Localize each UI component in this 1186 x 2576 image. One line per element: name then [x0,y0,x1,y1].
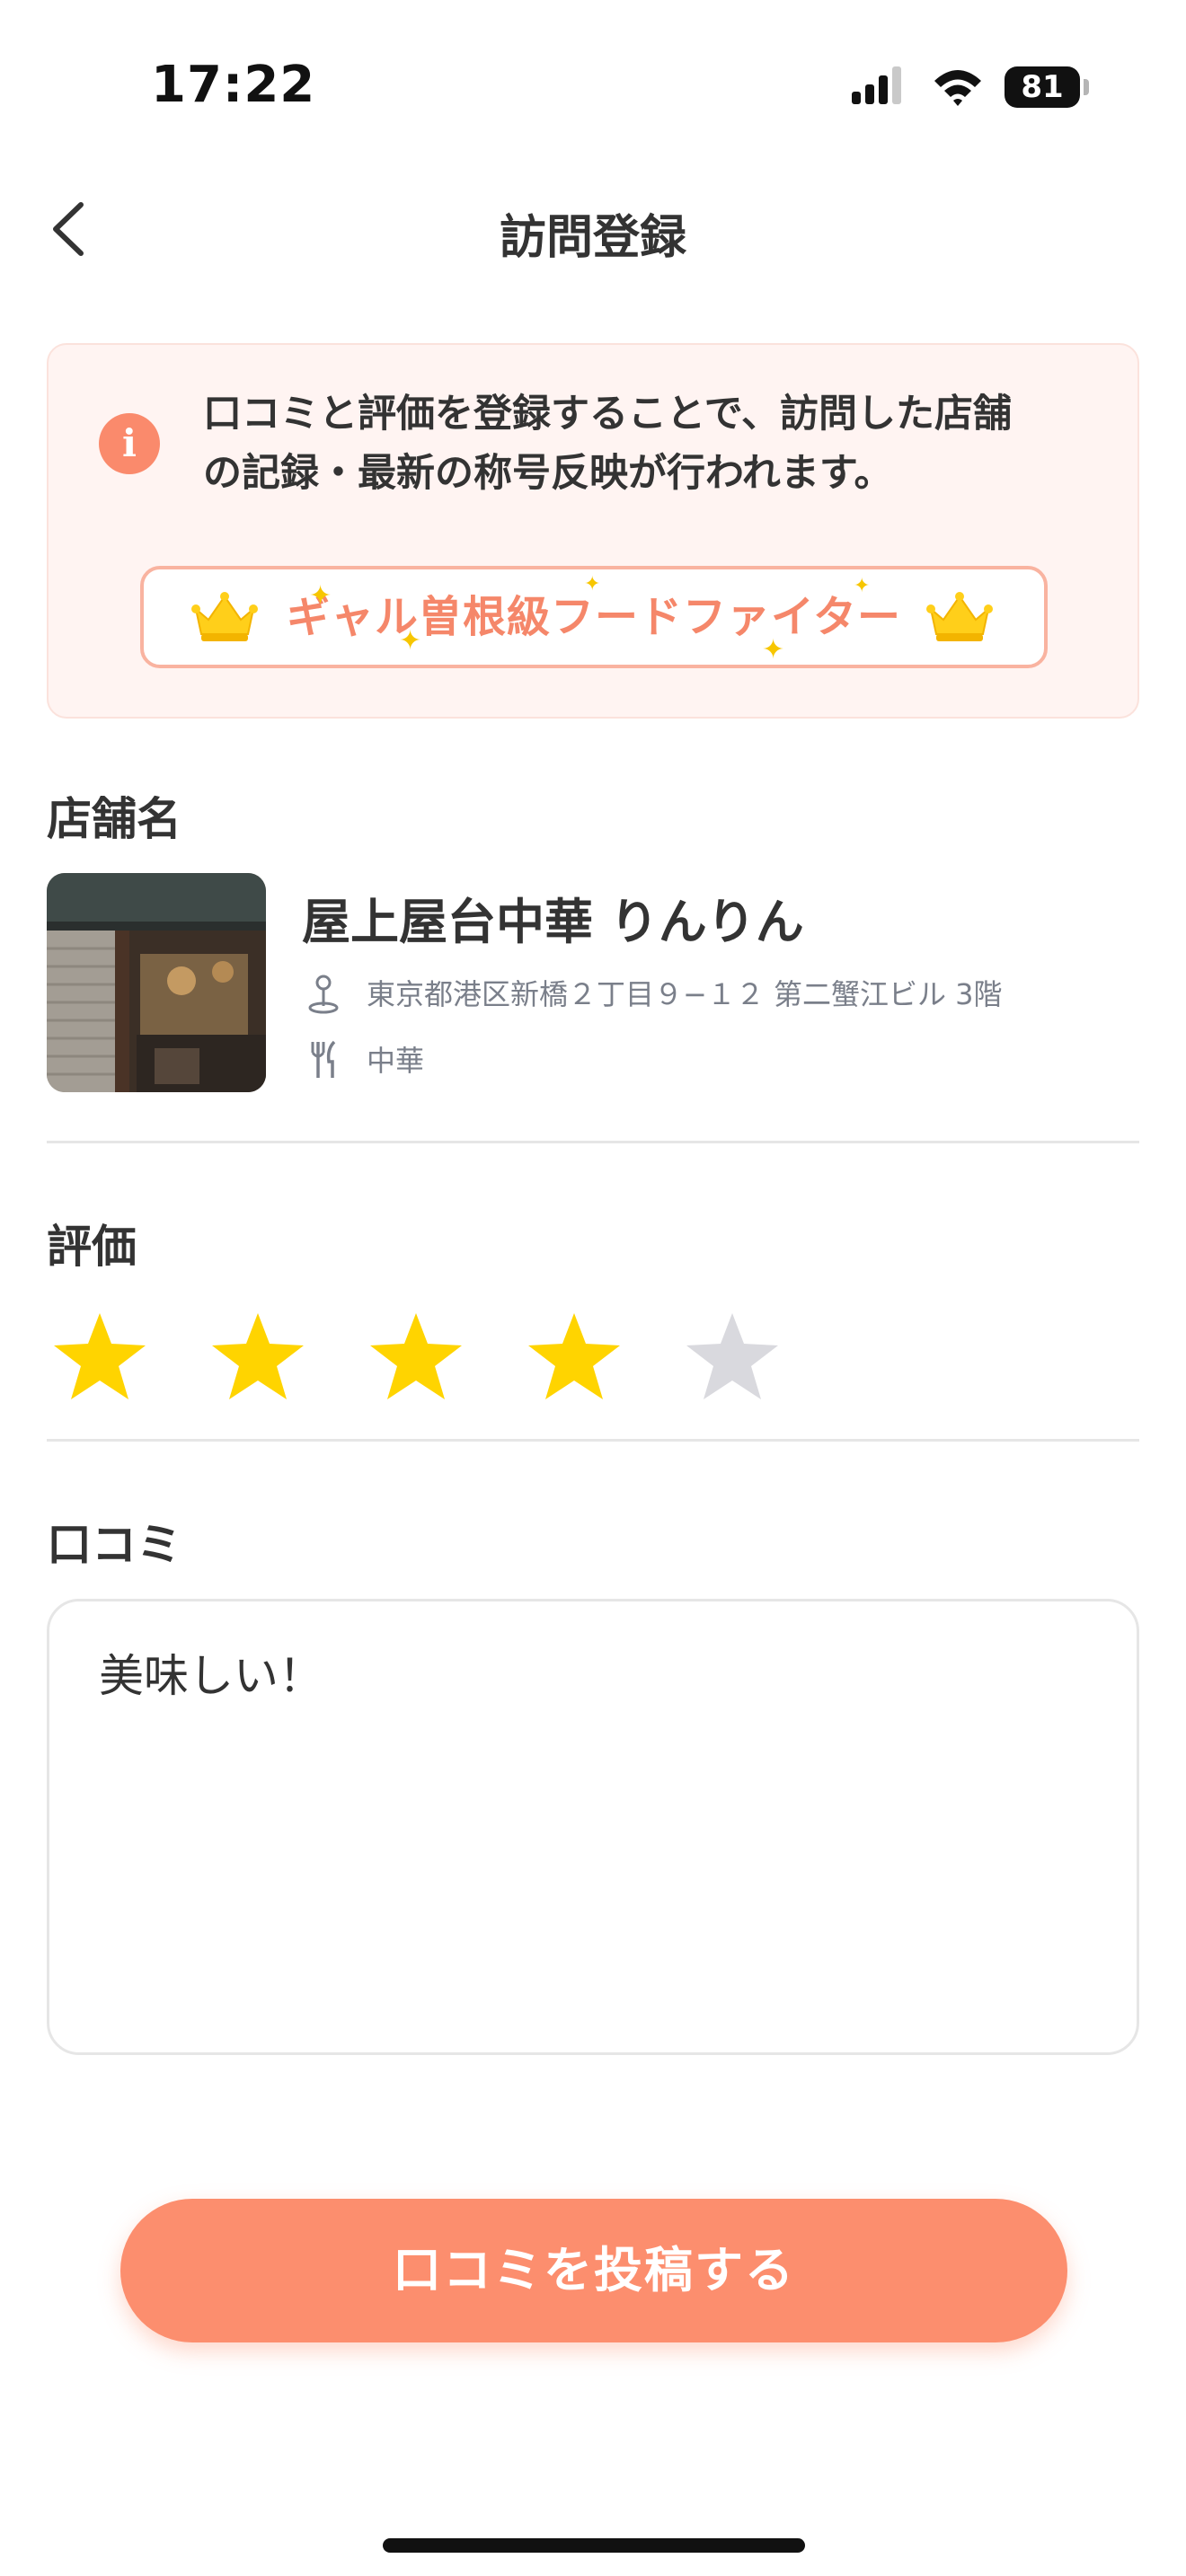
wifi-icon [934,70,981,106]
cellular-signal-icon [852,66,901,104]
star-icon[interactable] [367,1310,465,1403]
rating-section-label: 評価 [47,1221,137,1273]
home-indicator [383,2538,805,2553]
battery-level: 81 [1021,69,1064,105]
sparkle-icon: ✦ [399,625,422,657]
sparkle-icon: ✦ [309,580,332,612]
submit-review-label: 口コミを投稿する [393,2242,795,2298]
store-genre: 中華 [367,1044,425,1078]
store-section-label: 店舗名 [47,793,181,845]
info-message: 口コミと評価を登録することで、訪問した店舗 の記録・最新の称号反映が行われます。 [203,384,1102,503]
sparkle-icon: ✦ [584,573,601,595]
info-message-line2: の記録・最新の称号反映が行われます。 [203,451,893,496]
location-pin-icon [308,975,339,1014]
star-icon[interactable] [208,1310,307,1403]
page-title: 訪問登録 [499,211,686,265]
status-time: 17:22 [151,56,316,114]
store-address: 東京都港区新橋２丁目９−１２ 第二蟹江ビル 3階 [367,977,1003,1011]
sparkle-icon: ✦ [854,575,871,597]
review-section-label: 口コミ [47,1519,181,1571]
fork-knife-icon [311,1040,336,1078]
store-photo[interactable] [47,873,266,1092]
star-icon[interactable] [50,1310,149,1403]
divider [47,1141,1139,1143]
info-message-line1: 口コミと評価を登録することで、訪問した店舗 [203,392,1012,437]
info-icon: i [99,413,160,474]
store-name: 屋上屋台中華 りんりん [302,894,804,950]
divider [47,1439,1139,1442]
star-icon[interactable] [525,1310,624,1403]
sparkle-icon: ✦ [762,634,785,666]
star-icon[interactable] [683,1310,782,1403]
battery-icon: 81 [1005,65,1089,110]
review-text: 美味しい！ [99,1650,323,1702]
